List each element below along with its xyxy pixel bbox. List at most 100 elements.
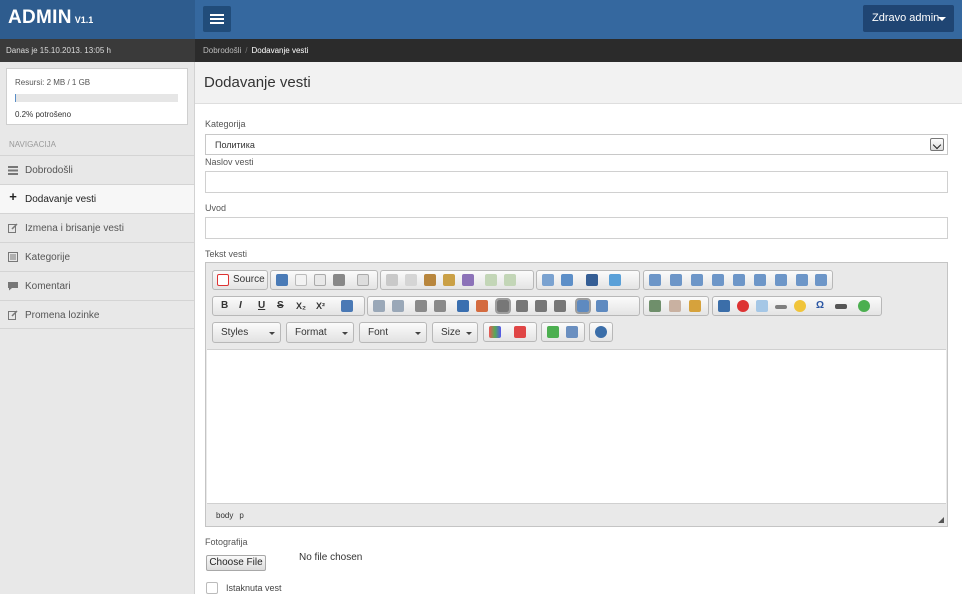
sidebar-item-komentari[interactable]: Komentari (0, 271, 194, 300)
new-page-icon[interactable] (295, 274, 307, 286)
nav-header: NAVIGACIJA (9, 140, 56, 149)
paste-text-icon[interactable] (443, 274, 455, 286)
bg-color-icon[interactable] (514, 326, 526, 338)
font-dropdown[interactable]: Font (359, 322, 427, 343)
save-icon[interactable] (276, 274, 288, 286)
intro-input[interactable] (205, 217, 948, 239)
brand-logo[interactable]: ADMIN V1.1 (0, 0, 195, 39)
print-icon[interactable] (333, 274, 345, 286)
size-dropdown[interactable]: Size (432, 322, 478, 343)
breadcrumb-home-link[interactable]: Dobrodošli (203, 46, 241, 55)
styles-dropdown[interactable]: Styles (212, 322, 281, 343)
sidebar-item-label: Komentari (25, 281, 71, 292)
resize-handle-icon[interactable] (938, 517, 944, 523)
button-icon[interactable] (775, 274, 787, 286)
subscript-button[interactable]: X₂ (296, 300, 306, 312)
textarea-icon[interactable] (733, 274, 745, 286)
caret-down-icon (342, 332, 348, 335)
superscript-button[interactable]: X² (316, 300, 325, 312)
unlink-icon[interactable] (669, 300, 681, 312)
strike-button[interactable]: S (277, 300, 284, 312)
current-date: Danas je 15.10.2013. 13:05 h (0, 39, 195, 62)
toolbar-group-forms (643, 270, 833, 290)
sidebar-item-label: Dodavanje vesti (25, 194, 97, 205)
paste-icon[interactable] (424, 274, 436, 286)
text-color-icon[interactable] (489, 326, 501, 338)
radio-icon[interactable] (691, 274, 703, 286)
cut-icon[interactable] (386, 274, 398, 286)
resource-usage-box: Resursi: 2 MB / 1 GB 0.2% potrošeno (6, 68, 188, 125)
sidebar-item-kategorije[interactable]: Kategorije (0, 242, 194, 271)
image-button-icon[interactable] (796, 274, 808, 286)
show-blocks-icon[interactable] (566, 326, 578, 338)
caret-down-icon (269, 332, 275, 335)
underline-button[interactable]: U (258, 300, 265, 312)
paste-word-icon[interactable] (462, 274, 474, 286)
align-center-icon[interactable] (516, 300, 528, 312)
checkbox-icon[interactable] (670, 274, 682, 286)
chevron-down-icon (930, 138, 944, 151)
special-char-icon[interactable]: Ω (816, 300, 824, 312)
redo-icon[interactable] (504, 274, 516, 286)
numbered-list-icon[interactable] (373, 300, 385, 312)
path-body[interactable]: body (216, 511, 233, 520)
sidebar-item-dodavanje-vesti[interactable]: + Dodavanje vesti (0, 184, 194, 213)
sidebar-item-label: Kategorije (25, 252, 71, 263)
align-right-icon[interactable] (535, 300, 547, 312)
editor-content-area[interactable] (207, 349, 946, 504)
horizontal-line-icon[interactable] (775, 305, 787, 309)
templates-icon[interactable] (357, 274, 369, 286)
format-dropdown[interactable]: Format (286, 322, 354, 343)
iframe-icon[interactable] (858, 300, 870, 312)
blockquote-icon[interactable] (457, 300, 469, 312)
info-icon[interactable] (595, 326, 607, 338)
sidebar-item-dobrodosli[interactable]: Dobrodošli (0, 155, 194, 184)
rtl-icon[interactable] (596, 300, 608, 312)
remove-format-icon[interactable] (341, 300, 353, 312)
find-icon[interactable] (542, 274, 554, 286)
ltr-icon[interactable] (575, 298, 591, 314)
anchor-icon[interactable] (689, 300, 701, 312)
caret-down-icon (415, 332, 421, 335)
select-field-icon[interactable] (754, 274, 766, 286)
hidden-field-icon[interactable] (815, 274, 827, 286)
category-select[interactable]: Политика (205, 134, 948, 155)
indent-icon[interactable] (434, 300, 446, 312)
menu-toggle-button[interactable] (203, 6, 231, 32)
div-container-icon[interactable] (476, 300, 488, 312)
undo-icon[interactable] (485, 274, 497, 286)
sidebar-item-promena-lozinke[interactable]: Promena lozinke (0, 300, 194, 329)
align-left-icon[interactable] (495, 298, 511, 314)
toolbar-group-about (589, 322, 613, 342)
text-label: Tekst vesti (205, 249, 248, 259)
source-button[interactable]: Source (233, 274, 265, 286)
sidebar: Resursi: 2 MB / 1 GB 0.2% potrošeno NAVI… (0, 62, 195, 594)
dashboard-icon (8, 165, 18, 175)
path-p[interactable]: p (239, 511, 243, 520)
spellcheck-icon[interactable] (609, 274, 621, 286)
preview-icon[interactable] (314, 274, 326, 286)
select-all-icon[interactable] (586, 274, 598, 286)
headline-input[interactable] (205, 171, 948, 193)
list-icon (8, 252, 18, 262)
image-icon[interactable] (718, 300, 730, 312)
smiley-icon[interactable] (794, 300, 806, 312)
align-justify-icon[interactable] (554, 300, 566, 312)
bold-button[interactable]: B (221, 300, 228, 312)
choose-file-button[interactable]: Choose File (206, 555, 266, 571)
sidebar-item-izmena-brisanje[interactable]: Izmena i brisanje vesti (0, 213, 194, 242)
maximize-icon[interactable] (547, 326, 559, 338)
bulleted-list-icon[interactable] (392, 300, 404, 312)
link-icon[interactable] (649, 300, 661, 312)
form-icon[interactable] (649, 274, 661, 286)
user-menu-button[interactable]: Zdravo admin (863, 5, 954, 32)
flash-icon[interactable] (737, 300, 749, 312)
table-icon[interactable] (756, 300, 768, 312)
text-field-icon[interactable] (712, 274, 724, 286)
italic-button[interactable]: I (239, 300, 242, 312)
featured-checkbox[interactable] (206, 582, 218, 594)
outdent-icon[interactable] (415, 300, 427, 312)
copy-icon[interactable] (405, 274, 417, 286)
replace-icon[interactable] (561, 274, 573, 286)
page-break-icon[interactable] (835, 304, 847, 309)
